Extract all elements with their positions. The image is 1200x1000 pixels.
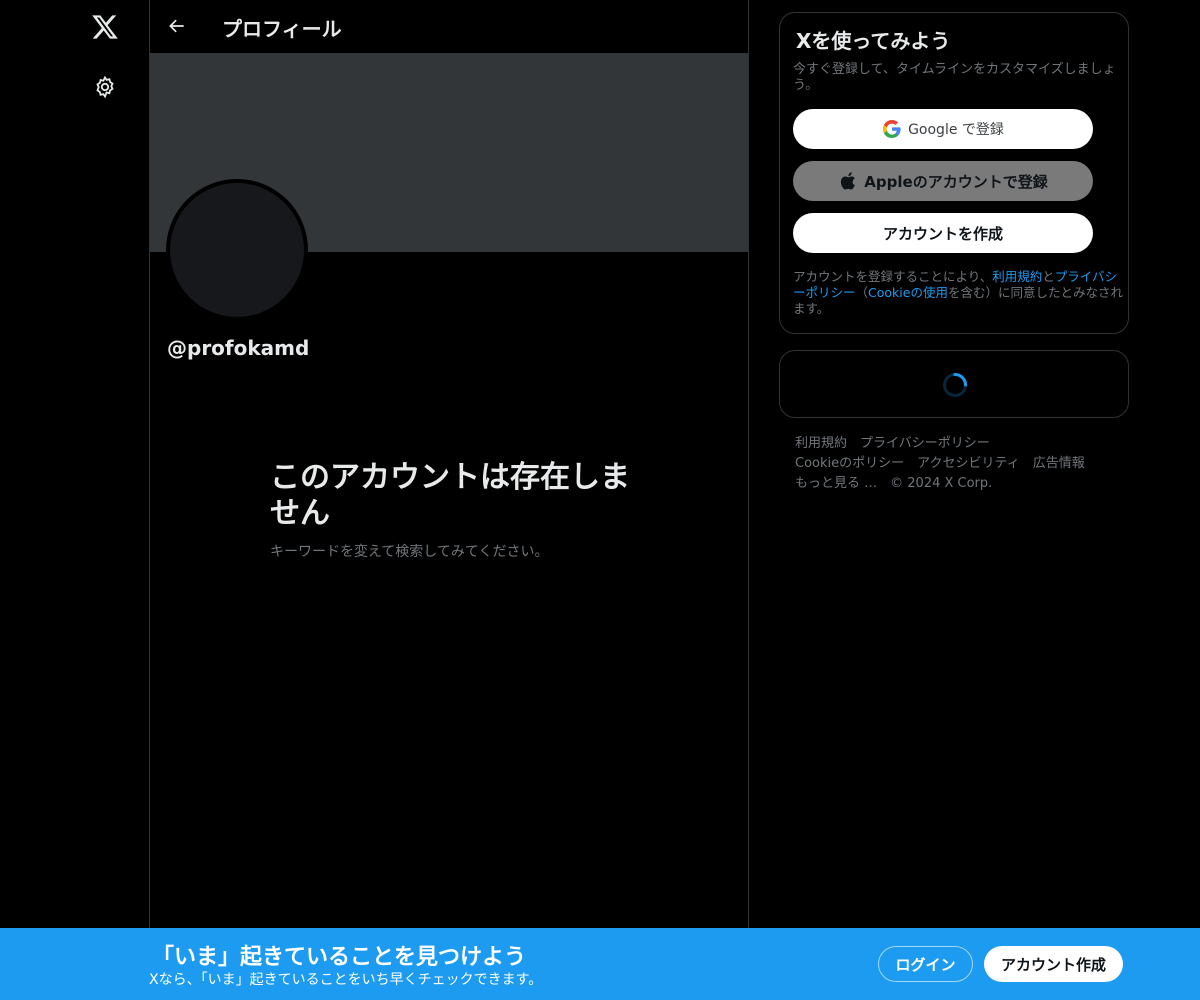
footer-link-terms[interactable]: 利用規約	[795, 434, 847, 454]
profile-handle: @profokamd	[167, 336, 310, 360]
signup-subtitle: 今すぐ登録して、タイムラインをカスタマイズしましょう。	[793, 62, 1116, 93]
footer-copyright: © 2024 X Corp.	[890, 476, 993, 491]
footer-link-ads[interactable]: 広告情報	[1033, 454, 1085, 474]
empty-state-subtitle: キーワードを変えて検索してみてください。	[270, 544, 549, 560]
left-nav	[0, 0, 150, 1000]
bottom-bar-subtitle: Xなら、「いま」起きていることをいち早くチェックできます。	[149, 972, 543, 988]
google-signup-label: Google で登録	[908, 122, 1004, 138]
signup-card: Xを使ってみよう 今すぐ登録して、タイムラインをカスタマイズしましょう。 Goo…	[779, 12, 1129, 334]
arrow-left-icon[interactable]	[164, 13, 190, 39]
avatar	[166, 179, 308, 321]
x-logo-icon[interactable]	[90, 12, 120, 42]
loading-spinner-icon	[943, 373, 967, 397]
terms-link[interactable]: 利用規約	[992, 269, 1042, 284]
login-button[interactable]: ログイン	[878, 946, 973, 982]
bottom-signup-bar: 「いま」起きていることを見つけよう Xなら、「いま」起きていることをいち早くチェ…	[0, 928, 1200, 1000]
apple-signup-label: Appleのアカウントで登録	[864, 172, 1048, 191]
footer-links: 利用規約 プライバシーポリシー Cookieのポリシー アクセシビリティ 広告情…	[795, 434, 1125, 494]
trends-loader-card	[779, 350, 1129, 418]
create-account-label: アカウントを作成	[882, 224, 1003, 243]
terms-text: アカウントを登録することにより、利用規約とプライバシーポリシー（Cookieの使…	[793, 269, 1123, 316]
empty-state-title: このアカウントは存在しません	[270, 460, 630, 531]
google-icon	[882, 119, 902, 139]
create-account-button[interactable]: アカウントを作成	[793, 213, 1093, 253]
cookie-link[interactable]: Cookieの使用	[868, 285, 948, 300]
footer-link-accessibility[interactable]: アクセシビリティ	[917, 454, 1020, 474]
top-bar: プロフィール	[150, 0, 748, 53]
footer-link-cookie[interactable]: Cookieのポリシー	[795, 454, 904, 474]
gear-icon[interactable]	[91, 73, 119, 101]
google-signup-button[interactable]: Google で登録	[793, 109, 1093, 149]
signup-title: Xを使ってみよう	[796, 29, 951, 53]
apple-signup-button[interactable]: Appleのアカウントで登録	[793, 161, 1093, 201]
bottom-bar-title: 「いま」起きていることを見つけよう	[152, 945, 527, 970]
page-title: プロフィール	[222, 17, 342, 41]
apple-icon	[838, 171, 858, 191]
footer-link-more[interactable]: もっと見る …	[795, 474, 877, 494]
main-column: プロフィール @profokamd このアカウントは存在しません キーワードを変…	[149, 0, 749, 1000]
bottom-create-account-button[interactable]: アカウント作成	[984, 946, 1123, 982]
footer-link-privacy[interactable]: プライバシーポリシー	[860, 434, 990, 454]
